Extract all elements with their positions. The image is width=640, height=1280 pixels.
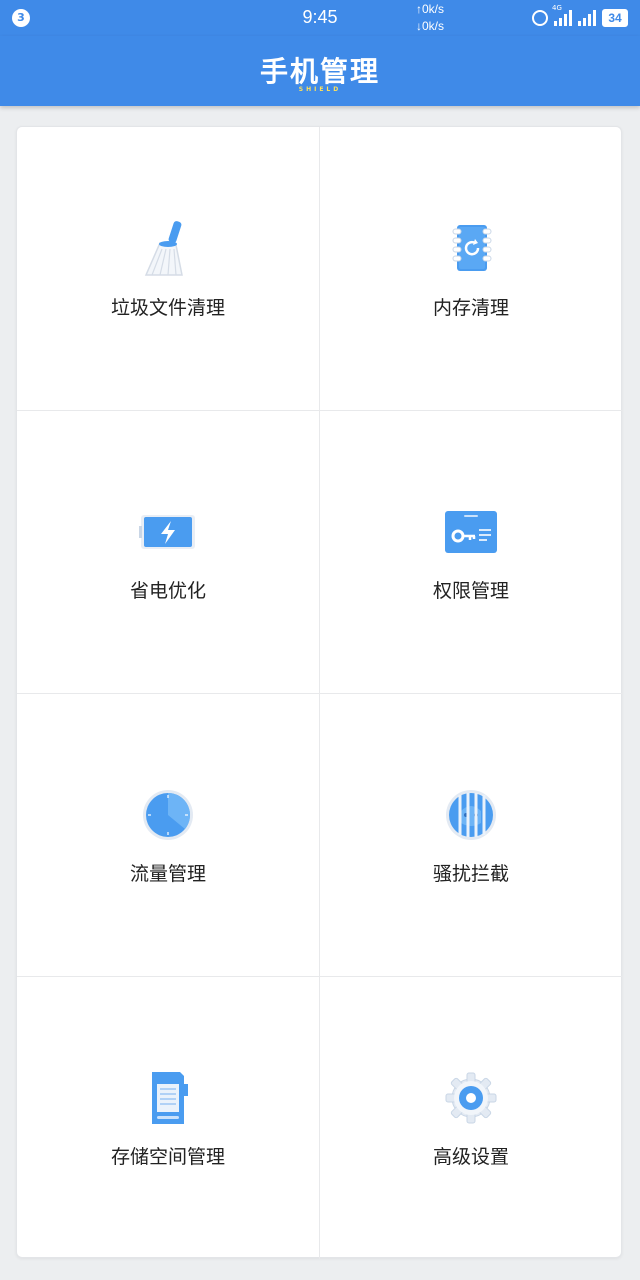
signal-4g-icon: 4G xyxy=(552,4,572,26)
tile-label: 流量管理 xyxy=(129,863,206,885)
network-type-label: 4G xyxy=(552,4,562,12)
tile-label: 垃圾文件清理 xyxy=(110,297,225,319)
tile-label: 骚扰拦截 xyxy=(432,863,509,885)
page-subtitle: SHIELD xyxy=(298,86,342,93)
network-speed: ↑0k/s ↓0k/s xyxy=(416,1,444,35)
data-clock-icon xyxy=(143,790,193,840)
key-card-icon xyxy=(445,511,497,553)
download-speed: ↓0k/s xyxy=(416,19,445,33)
block-cage-icon xyxy=(446,790,496,840)
tile-storage-management[interactable]: 存储空间管理 xyxy=(17,976,319,1259)
tile-harassment-block[interactable]: 骚扰拦截 xyxy=(320,693,622,976)
battery-bolt-icon xyxy=(139,515,195,549)
tile-data-usage[interactable]: 流量管理 xyxy=(17,693,319,976)
sd-card-icon xyxy=(152,1072,188,1124)
tile-power-saving[interactable]: 省电优化 xyxy=(17,410,319,693)
tile-permission-management[interactable]: 权限管理 xyxy=(320,410,622,693)
app-header: 手机管理 SHIELD xyxy=(0,36,640,106)
battery-icon: 34 xyxy=(602,9,628,27)
tile-label: 内存清理 xyxy=(432,297,509,319)
broom-icon xyxy=(144,221,183,276)
tile-advanced-settings[interactable]: 高级设置 xyxy=(320,976,622,1259)
page-title: 手机管理 xyxy=(259,55,380,88)
tile-junk-clean[interactable]: 垃圾文件清理 xyxy=(17,127,319,410)
memory-notebook-icon xyxy=(452,225,492,271)
tile-memory-clean[interactable]: 内存清理 xyxy=(320,127,622,410)
tile-label: 权限管理 xyxy=(432,580,509,602)
tile-label: 存储空间管理 xyxy=(110,1146,225,1168)
tile-label: 省电优化 xyxy=(129,580,206,602)
alarm-icon xyxy=(532,10,548,26)
status-bar: 3 9:45 ↑0k/s ↓0k/s 4G 34 xyxy=(0,0,640,36)
tile-label: 高级设置 xyxy=(432,1146,509,1168)
signal-icon xyxy=(578,10,596,26)
upload-speed: ↑0k/s xyxy=(416,2,445,16)
feature-grid: 垃圾文件清理 内存清理 省电优化 权限管理 流量管理 骚扰拦截 存储空间管理 高… xyxy=(16,126,623,1259)
gear-icon xyxy=(445,1072,497,1124)
status-icons: 4G 34 xyxy=(532,4,628,29)
